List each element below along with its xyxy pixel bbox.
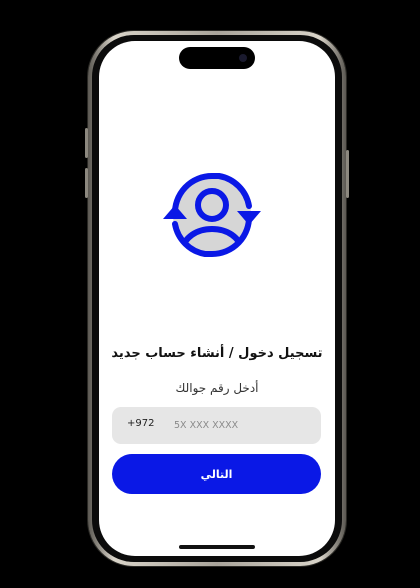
power-button: [346, 150, 349, 198]
app-screen: تسجيل دخول / أنشاء حساب جديد أدخل رقم جو…: [99, 41, 335, 556]
user-sync-icon: [163, 172, 261, 258]
volume-down-button: [85, 168, 88, 198]
phone-input-group[interactable]: +972: [112, 407, 321, 444]
page-title: تسجيل دخول / أنشاء حساب جديد: [111, 346, 323, 361]
volume-up-button: [85, 128, 88, 158]
phone-prompt-label: أدخل رقم جوالك: [175, 381, 259, 395]
country-code-selector[interactable]: +972: [127, 418, 154, 429]
phone-number-input[interactable]: [174, 413, 314, 437]
dynamic-island: [179, 47, 255, 69]
home-indicator: [179, 545, 255, 549]
camera-icon: [239, 54, 247, 62]
next-button[interactable]: التالي: [112, 454, 321, 494]
